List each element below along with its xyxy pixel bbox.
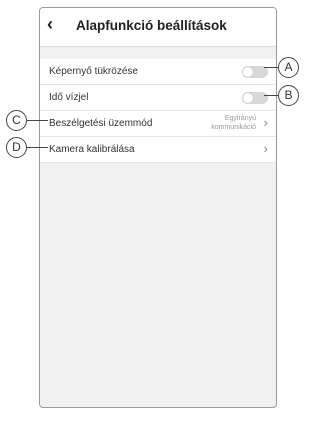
back-chevron-icon[interactable]: ‹ [47, 15, 53, 33]
value-line-2: kommunikáció [211, 124, 256, 131]
time-watermark-toggle[interactable] [242, 92, 268, 104]
settings-row-camera-calibration[interactable]: Kamera kalibrálása › [40, 137, 276, 163]
toggle-knob [243, 93, 253, 103]
top-bar: ‹ Alapfunkció beállítások [40, 8, 276, 47]
callout-c: C [6, 110, 27, 131]
callout-b: B [278, 85, 299, 106]
callout-leader-d [27, 147, 48, 148]
settings-row-screen-mirroring[interactable]: Képernyő tükrözése [40, 59, 276, 85]
phone-screen: ‹ Alapfunkció beállítások Képernyő tükrö… [39, 7, 277, 408]
callout-leader-c [27, 120, 48, 121]
row-label: Képernyő tükrözése [49, 66, 138, 77]
settings-row-time-watermark[interactable]: Idő vízjel [40, 85, 276, 111]
page-title: Alapfunkció beállítások [76, 18, 227, 33]
row-label: Beszélgetési üzemmód [49, 118, 153, 129]
settings-row-talk-mode[interactable]: Beszélgetési üzemmód Egyirányú kommunikác… [40, 111, 276, 137]
row-label: Kamera kalibrálása [49, 144, 135, 155]
callout-a: A [278, 57, 299, 78]
callout-d: D [6, 137, 27, 158]
toggle-knob [243, 67, 253, 77]
callout-leader-b [264, 95, 278, 96]
settings-list: Képernyő tükrözése Idő vízjel Beszélgeté… [40, 59, 276, 163]
callout-leader-a [264, 67, 278, 68]
chevron-right-icon: › [263, 115, 268, 130]
chevron-right-icon: › [263, 141, 268, 156]
talk-mode-value: Egyirányú kommunikáció [211, 114, 256, 132]
row-label: Idő vízjel [49, 92, 89, 103]
value-line-1: Egyirányú [224, 115, 256, 122]
